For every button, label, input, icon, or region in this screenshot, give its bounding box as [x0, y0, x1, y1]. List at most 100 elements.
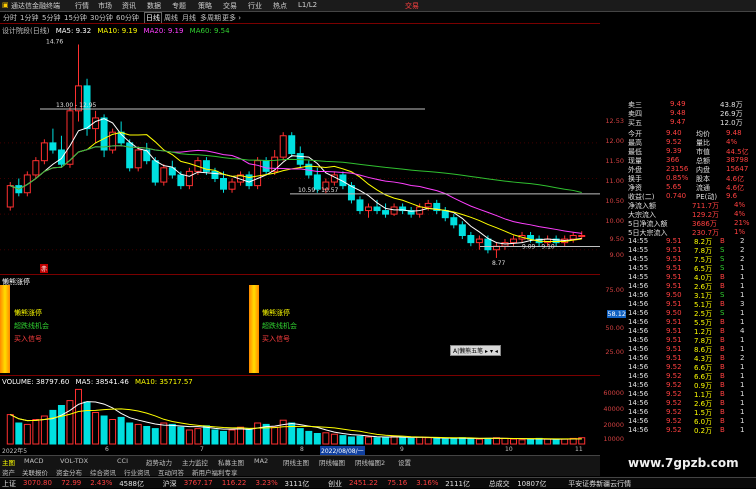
- price-tick: 12.53: [605, 117, 624, 125]
- candle-body: [390, 206, 398, 215]
- menu-item-news[interactable]: 资讯: [122, 1, 136, 11]
- trade-button[interactable]: 交易: [405, 1, 419, 11]
- tick-row-cell: B: [720, 426, 725, 434]
- candle-body: [441, 210, 449, 219]
- price-chart-panel[interactable]: 设计院段(日线) MA5: 9.32 MA10: 9.19 MA20: 9.19…: [0, 23, 600, 274]
- order-book-row-cell: 9.48: [670, 109, 686, 117]
- volume-bar: [32, 419, 40, 445]
- tick-row-cell: 3: [740, 300, 745, 308]
- volume-bar: [83, 401, 91, 445]
- period-tab-30min[interactable]: 30分钟: [90, 13, 113, 23]
- signal-bar: [0, 285, 10, 373]
- price-axis: 12.53 12.00 11.50 11.00 10.50 10.00 9.50…: [600, 23, 626, 273]
- tick-row-cell: B: [720, 417, 725, 425]
- price-annotation: 13.00 - 12.95: [56, 102, 97, 109]
- info-tab[interactable]: 互动问答: [158, 467, 184, 477]
- candle-body: [177, 174, 185, 187]
- tick-row-cell: 9.51: [666, 273, 682, 281]
- legend-item: 懒熊涨停: [262, 309, 290, 317]
- tick-row-cell: S: [720, 309, 725, 317]
- tick-row-cell: 2: [740, 255, 745, 263]
- tick-row-cell: 9.51: [666, 237, 682, 245]
- price-tick: 9.00: [609, 251, 624, 259]
- tick-row-cell: 14:56: [628, 372, 649, 380]
- price-tick: 12.00: [605, 137, 624, 145]
- indicator-tab[interactable]: CCI: [117, 457, 128, 465]
- status-bar: 上证 3070.80 72.99 2.43% 4588亿 沪深 3767.17 116.22 3…: [0, 477, 756, 488]
- tick-row-cell: 9.52: [666, 390, 682, 398]
- menu-item-trade[interactable]: 交易: [223, 1, 237, 11]
- tick-row: 14:56 9.51 5.1万 B 3: [626, 300, 756, 309]
- month-label: 6: [105, 446, 109, 453]
- tick-row-cell: 1: [740, 282, 745, 290]
- menu-item-strategy[interactable]: 策略: [198, 1, 212, 11]
- tick-row-cell: 4: [740, 327, 745, 335]
- indicator-panel[interactable]: 懒熊涨停 懒熊涨停 超跌线机会 买入信号 懒熊涨停 超跌线机会 买入信号 A|懒…: [0, 274, 600, 375]
- tick-row-cell: 1: [740, 390, 745, 398]
- order-book-row: 买五 9.47 12.0万: [626, 118, 756, 127]
- status-item: 3070.80: [23, 479, 52, 487]
- status-item: 沪深: [162, 480, 177, 488]
- volume-bar: [322, 432, 330, 445]
- candle-body: [6, 185, 14, 208]
- indicator-tab[interactable]: MACD: [24, 457, 43, 465]
- stat-row: 最低 9.39 市值 44.5亿: [626, 147, 756, 156]
- menu-item-hot[interactable]: 热点: [273, 1, 287, 11]
- info-tab[interactable]: 新用户福利专享: [192, 467, 238, 477]
- volume-panel[interactable]: VOLUME: 38797.60 MA5: 38541.46 MA10: 357…: [0, 375, 600, 455]
- period-tab-multi[interactable]: 多周期: [200, 13, 221, 23]
- tick-row-cell: 2: [740, 354, 745, 362]
- order-book-row: 卖四 9.48 26.9万: [626, 109, 756, 118]
- volume-bar: [160, 422, 168, 445]
- period-tab-5min[interactable]: 5分钟: [42, 13, 60, 23]
- order-book-row-cell: 12.0万: [720, 119, 743, 127]
- info-tab[interactable]: 资金分布: [56, 467, 82, 477]
- tick-row-cell: 9.52: [666, 381, 682, 389]
- volume-bar: [109, 419, 117, 445]
- period-tab-60min[interactable]: 60分钟: [116, 13, 139, 23]
- indicator-tab[interactable]: VOL-TDX: [60, 457, 88, 465]
- candle-body: [467, 235, 475, 244]
- status-item: 72.99: [61, 479, 82, 487]
- stat-row-cell: 23156: [666, 165, 689, 173]
- volume-bar: [356, 435, 364, 445]
- menu-item-industry[interactable]: 行业: [248, 1, 262, 11]
- app-logo-icon: ▣: [2, 1, 9, 9]
- order-book-row-cell: 9.49: [670, 100, 686, 108]
- menu-item-market[interactable]: 市场: [98, 1, 112, 11]
- indicator-toolbar[interactable]: A|懒熊五笔 ▸ ▾ ◂: [450, 345, 501, 356]
- period-tab-fenshi[interactable]: 分时: [3, 13, 17, 23]
- order-book-row-cell: 买五: [628, 119, 642, 127]
- tick-row: 14:56 9.52 6.6万 B 1: [626, 363, 756, 372]
- info-tab[interactable]: 行业资讯: [124, 467, 150, 477]
- menu-item-hq[interactable]: 行情: [75, 1, 89, 11]
- indicator-tab[interactable]: MA2: [254, 457, 268, 465]
- period-tab-15min[interactable]: 15分钟: [64, 13, 87, 23]
- status-item: 10807亿: [517, 480, 547, 488]
- menu-item-topic[interactable]: 专题: [172, 1, 186, 11]
- volume-bar: [347, 436, 355, 445]
- period-tab-week[interactable]: 周线: [164, 13, 178, 23]
- period-tab-1min[interactable]: 1分钟: [20, 13, 38, 23]
- tick-row-cell: B: [720, 336, 725, 344]
- period-tab-more[interactable]: 更多 ›: [222, 13, 241, 23]
- volume-bar: [151, 428, 159, 445]
- info-tab[interactable]: 关联报价: [22, 467, 48, 477]
- tick-row-cell: 9.51: [666, 345, 682, 353]
- tick-row: 14:55 9.51 4.0万 B 1: [626, 273, 756, 282]
- tick-row-cell: B: [720, 354, 725, 362]
- candle-body: [510, 238, 517, 244]
- info-tab[interactable]: 综合资讯: [90, 467, 116, 477]
- info-tab[interactable]: 资产: [2, 467, 15, 477]
- tick-row-cell: 14:56: [628, 300, 649, 308]
- volume-bar: [365, 436, 372, 445]
- menu-item-data[interactable]: 数据: [147, 1, 161, 11]
- tick-row: 14:56 9.51 4.3万 B 2: [626, 354, 756, 363]
- month-label: 9: [400, 446, 404, 453]
- volume-bar: [117, 416, 125, 445]
- menu-item-level[interactable]: L1/L2: [298, 1, 317, 9]
- tick-row-cell: 0.2万: [694, 427, 713, 435]
- flow-row: 5日净流入额 3686万 21%: [626, 219, 756, 228]
- period-tab-month[interactable]: 月线: [182, 13, 196, 23]
- tick-row-cell: 9.51: [666, 327, 682, 335]
